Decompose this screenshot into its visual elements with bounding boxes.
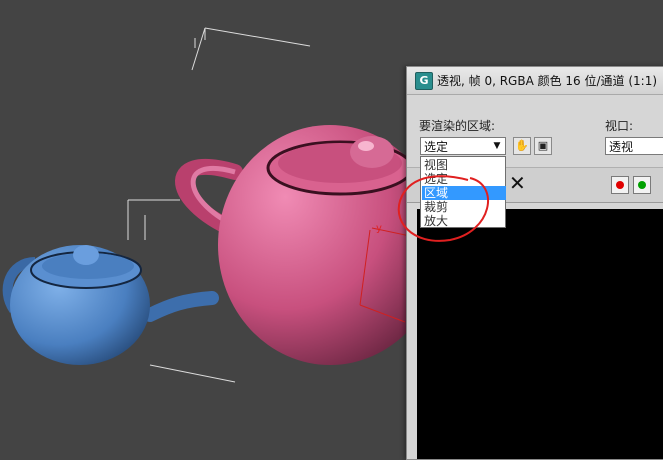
close-icon[interactable]: ✕ (509, 173, 526, 193)
region-lock-icon: ▣ (537, 139, 549, 152)
hand-icon: ✋ (515, 139, 529, 152)
render-area-value: 选定 (424, 140, 449, 154)
render-frame-window[interactable]: G 透视, 帧 0, RGBA 颜色 16 位/通道 (1:1) 要渲染的区域:… (406, 66, 663, 460)
title-bar[interactable]: G 透视, 帧 0, RGBA 颜色 16 位/通道 (1:1) (407, 67, 663, 95)
dropdown-option-region[interactable]: 区域 (422, 186, 506, 200)
viewport-label: 视口: (605, 119, 634, 133)
viewport-select[interactable]: 透视 (605, 137, 663, 155)
render-area-select[interactable]: 选定 ▼ (420, 137, 506, 155)
pan-hand-button[interactable]: ✋ (513, 137, 531, 155)
render-area-dropdown[interactable]: 视图 选定 区域 裁剪 放大 (420, 156, 506, 228)
dropdown-option-blowup[interactable]: 放大 (422, 214, 506, 228)
red-channel-icon (616, 181, 624, 189)
dropdown-option-crop[interactable]: 裁剪 (422, 200, 506, 214)
dropdown-option-selected[interactable]: 选定 (422, 172, 506, 186)
chevron-down-icon: ▼ (493, 141, 501, 151)
dropdown-option-view[interactable]: 视图 (422, 158, 506, 172)
viewport-value: 透视 (609, 140, 634, 154)
red-channel-button[interactable] (611, 176, 629, 194)
gizmo-label: y (376, 223, 382, 234)
render-area-label: 要渲染的区域: (419, 119, 496, 133)
blue-teapot (2, 245, 219, 365)
lock-region-button[interactable]: ▣ (534, 137, 552, 155)
render-canvas (417, 209, 663, 459)
green-channel-button[interactable] (633, 176, 651, 194)
pink-teapot (175, 125, 442, 365)
green-channel-icon (638, 181, 646, 189)
app-icon: G (415, 72, 433, 90)
window-title: 透视, 帧 0, RGBA 颜色 16 位/通道 (1:1) (437, 74, 658, 88)
